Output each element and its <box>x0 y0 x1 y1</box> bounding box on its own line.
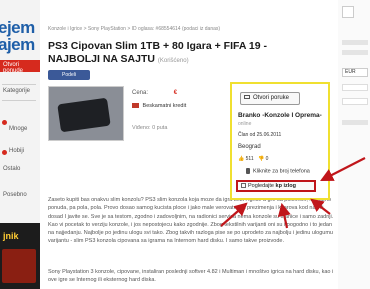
envelope-icon <box>244 95 250 100</box>
thumbs-up-icon: 👍 <box>238 156 245 162</box>
sidebar-item-2[interactable]: Mnoge <box>9 126 27 132</box>
sidebar-banner-image <box>2 249 36 283</box>
listing-description: Zaseto kupiti bas onakvu slim konzolu? P… <box>48 197 334 245</box>
sidebar-divider <box>2 84 36 85</box>
seller-status: online <box>238 121 252 127</box>
seller-rating[interactable]: 👍 511 👎 0 <box>238 156 268 162</box>
right-column: EUR <box>338 0 370 289</box>
shop-icon <box>241 183 246 189</box>
rating-down: 0 <box>265 156 269 162</box>
credit-icon <box>132 103 139 109</box>
right-col-line <box>342 40 368 45</box>
console-shape <box>57 97 111 133</box>
sidebar-item-0[interactable]: Otvori ponude <box>3 62 40 74</box>
sidebar-divider <box>2 100 36 101</box>
phone-icon <box>246 168 250 174</box>
phone-reveal-link[interactable]: Kliknite za broj telefona <box>246 168 310 174</box>
credit-label: Beskamatni kredit <box>142 103 187 109</box>
seller-shop-button[interactable]: Pogledajte kp izlog <box>236 180 316 192</box>
message-button[interactable]: Otvori poruke <box>240 92 300 105</box>
close-icon[interactable] <box>342 6 354 18</box>
phone-label: Kliknite za broj telefona <box>253 168 310 175</box>
shop-bold: kp izlog <box>275 183 297 189</box>
credit-row[interactable]: Beskamatni kredit <box>132 103 186 109</box>
listing-title: PS3 Cipovan Slim 1TB + 80 Igara + FIFA 1… <box>48 40 294 68</box>
seller-name[interactable]: Branko -Konzole I Oprema- <box>238 112 322 119</box>
sidebar-item-5[interactable]: Posebno <box>3 192 27 198</box>
right-col-line <box>342 50 368 55</box>
price-value: € <box>173 90 178 96</box>
sidebar-bullet-icon <box>2 120 7 125</box>
right-col-line <box>342 120 368 125</box>
seller-member-since: Član od 25.06.2011 <box>238 132 282 138</box>
product-image[interactable] <box>48 86 124 141</box>
share-button[interactable]: Podeli <box>48 70 90 80</box>
sidebar-banner-text: jnik <box>3 231 19 241</box>
sidebar-item-4[interactable]: Ostalo <box>3 166 20 172</box>
seller-panel: Otvori poruke Branko -Konzole I Oprema- … <box>230 82 330 200</box>
rating-up: 511 <box>245 156 254 162</box>
message-button-label: Otvori poruke <box>253 95 290 101</box>
sidebar-item-3[interactable]: Hobiji <box>9 148 24 154</box>
price-row: Cena: € <box>132 90 177 96</box>
currency-select[interactable]: EUR <box>342 68 368 77</box>
listing-description-2: Sony Playstation 3 konzole, cipovane, in… <box>48 269 334 284</box>
right-col-input[interactable] <box>342 84 368 91</box>
views-count: Viđeno: 0 puta <box>132 125 168 131</box>
site-logo[interactable]: ejem ajem <box>0 18 40 54</box>
thumbs-down-icon: 👎 <box>258 156 265 162</box>
price-label: Cena: <box>132 90 149 96</box>
listing-condition: (Korišćeno) <box>157 58 189 64</box>
left-sidebar: ejem ajem Otvori ponude Kategorije Mnoge… <box>0 0 40 289</box>
breadcrumb[interactable]: Konzole i Igrice > Sony PlayStation > ID… <box>48 26 220 32</box>
sidebar-bullet-icon <box>2 150 7 155</box>
logo-line2: ajem <box>0 35 35 54</box>
right-col-input[interactable] <box>342 98 368 105</box>
seller-city: Beograd <box>238 144 261 150</box>
shop-prefix: Pogledajte <box>248 183 274 189</box>
sidebar-item-1[interactable]: Kategorije <box>3 88 30 94</box>
sidebar-banner[interactable]: jnik <box>0 223 40 289</box>
